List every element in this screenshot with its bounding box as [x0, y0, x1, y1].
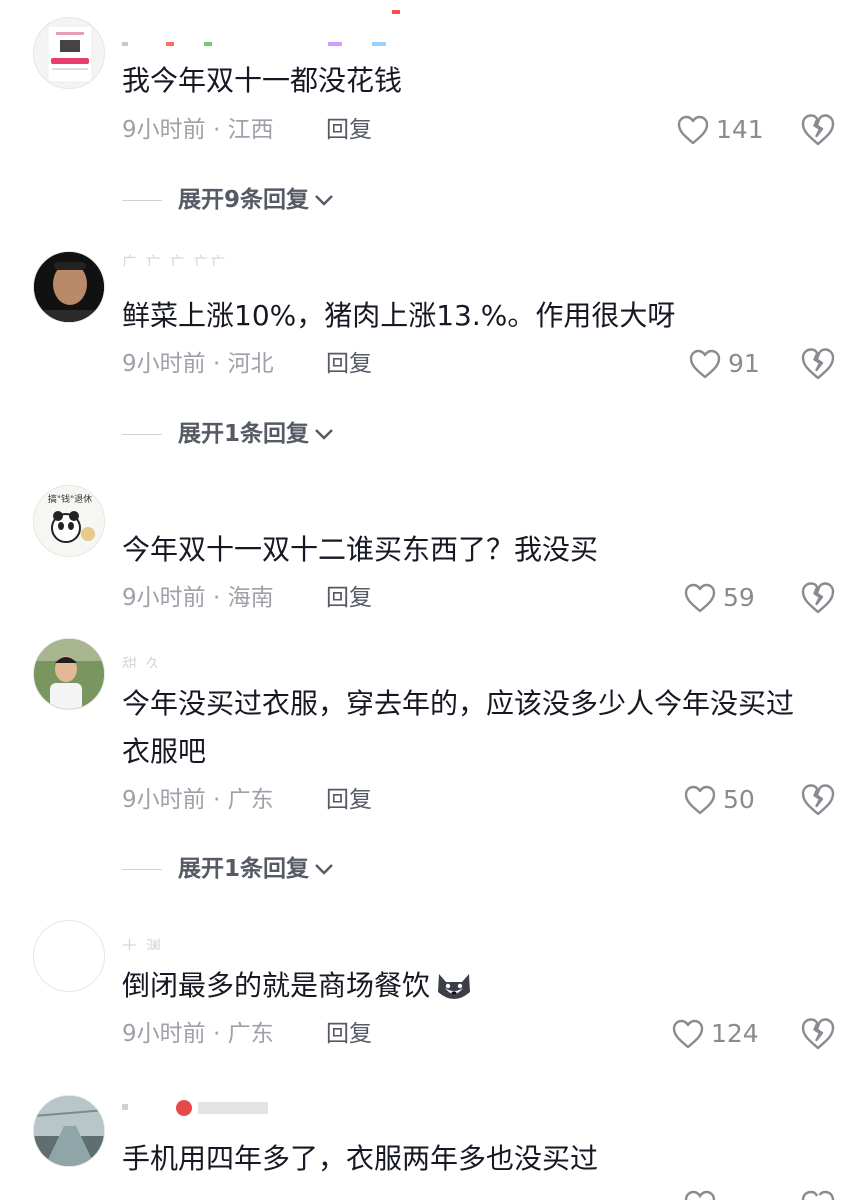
- chevron-down-icon: [315, 429, 333, 440]
- broken-heart-icon[interactable]: [800, 1188, 836, 1200]
- expand-replies-label: 展开9条回复: [178, 187, 310, 213]
- comment-text: 今年双十一双十二谁买东西了？我没买: [122, 533, 599, 566]
- comment-text: 鲜菜上涨10%，猪肉上涨13.%。作用很大呀: [122, 299, 676, 332]
- divider: [122, 433, 162, 435]
- username-redacted: [122, 10, 412, 46]
- reply-button[interactable]: 回复: [326, 583, 372, 613]
- like-count: 124: [711, 1019, 759, 1048]
- comment-meta: 9小时前 · 广东: [122, 1021, 274, 1047]
- divider: [122, 199, 162, 201]
- expand-replies[interactable]: 展开1条回复: [122, 854, 335, 884]
- expand-replies[interactable]: 展开9条回复: [122, 185, 335, 215]
- heart-icon: [684, 583, 716, 613]
- like-button[interactable]: 141: [676, 112, 764, 148]
- avatar-image: [34, 639, 104, 709]
- comment-text: 我今年双十一都没花钱: [122, 64, 403, 97]
- avatar[interactable]: [33, 638, 105, 710]
- avatar[interactable]: [33, 251, 105, 323]
- like-count: 50: [723, 785, 755, 814]
- divider: [122, 868, 162, 870]
- heart-icon: [672, 1019, 704, 1049]
- heart-icon: [677, 115, 709, 145]
- comment-meta: 9小时前 · 河北: [122, 351, 274, 377]
- username-blur: [122, 1100, 268, 1116]
- like-count: 141: [716, 115, 764, 144]
- like-button[interactable]: 59: [683, 580, 755, 616]
- reply-button[interactable]: 回复: [326, 115, 372, 145]
- avatar[interactable]: [33, 920, 105, 992]
- broken-heart-icon[interactable]: [800, 782, 836, 818]
- expand-replies-label: 展开1条回复: [178, 856, 310, 882]
- comment-text: 手机用四年多了，衣服两年多也没买过: [122, 1142, 599, 1175]
- like-count: 59: [723, 583, 755, 612]
- avatar-image: 搞"钱"退休: [34, 486, 104, 556]
- broken-heart-icon[interactable]: [800, 1016, 836, 1052]
- comment-text: 今年没买过衣服，穿去年的，应该没多少人今年没买过: [122, 687, 795, 720]
- avatar[interactable]: [33, 17, 105, 89]
- broken-heart-icon[interactable]: [800, 112, 836, 148]
- chevron-down-icon: [315, 195, 333, 206]
- broken-heart-icon[interactable]: [800, 580, 836, 616]
- username-blur: [122, 10, 400, 46]
- expand-replies[interactable]: 展开1条回复: [122, 419, 335, 449]
- heart-icon[interactable]: [683, 1188, 717, 1200]
- like-count: 91: [728, 349, 760, 378]
- heart-icon: [684, 785, 716, 815]
- comment-meta: 9小时前 · 广东: [122, 787, 274, 813]
- avatar-image: [47, 25, 93, 83]
- like-button[interactable]: 124: [671, 1016, 759, 1052]
- username-redacted: 十 渊: [122, 937, 163, 951]
- comment-text-continued: 衣服吧: [122, 735, 207, 768]
- chevron-down-icon: [315, 864, 333, 875]
- username-redacted: 甜 久: [122, 655, 163, 669]
- comment-text-body: 倒闭最多的就是商场餐饮: [122, 969, 431, 1002]
- svg-text:搞"钱"退休: 搞"钱"退休: [48, 493, 92, 505]
- comment-meta-partial: [122, 1186, 382, 1200]
- avatar[interactable]: [33, 1095, 105, 1167]
- comment-text: 倒闭最多的就是商场餐饮: [122, 962, 842, 1009]
- comment-meta: 9小时前 · 海南: [122, 585, 274, 611]
- username-redacted: 广 亡 亡 亡亡: [122, 253, 228, 267]
- avatar-image: [34, 1096, 104, 1166]
- username-redacted: [122, 1098, 322, 1116]
- avatar[interactable]: 搞"钱"退休: [33, 485, 105, 557]
- reply-button[interactable]: 回复: [326, 1019, 372, 1049]
- reply-button[interactable]: 回复: [326, 785, 372, 815]
- broken-heart-icon[interactable]: [800, 346, 836, 382]
- like-button[interactable]: 50: [683, 782, 755, 818]
- comment-meta: 9小时前 · 江西: [122, 117, 274, 143]
- avatar-image: [34, 252, 104, 322]
- dog-emoji-icon: [438, 973, 471, 999]
- expand-replies-label: 展开1条回复: [178, 421, 310, 447]
- heart-icon: [689, 349, 721, 379]
- like-button[interactable]: 91: [688, 346, 760, 382]
- reply-button[interactable]: 回复: [326, 349, 372, 379]
